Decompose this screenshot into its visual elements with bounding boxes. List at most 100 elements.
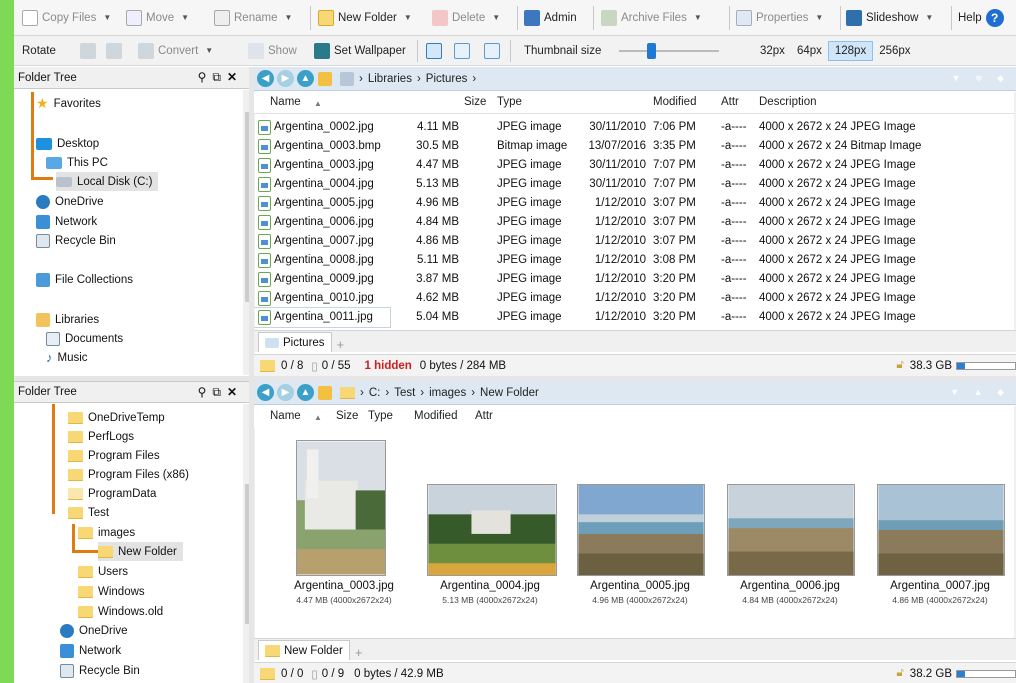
- tab-new-folder[interactable]: New Folder: [258, 640, 350, 660]
- pane-splitter-horizontal[interactable]: [14, 376, 1016, 381]
- archive-files-button[interactable]: Archive Files ▼: [601, 0, 702, 35]
- col-attr[interactable]: Attr: [721, 96, 739, 108]
- back-icon[interactable]: ◀: [257, 384, 274, 401]
- table-row[interactable]: Argentina_0009.jpg 3.87 MB JPEG image 1/12/…: [254, 270, 1014, 289]
- crumb-images[interactable]: images: [429, 387, 466, 399]
- col-modified[interactable]: Modified: [653, 96, 696, 108]
- tree-item-images[interactable]: images: [78, 523, 135, 542]
- tree-item-onedrive-bottom[interactable]: OneDrive: [60, 621, 128, 640]
- slider-thumb[interactable]: [647, 43, 656, 59]
- favorites-folder-icon[interactable]: [318, 385, 332, 400]
- move-button[interactable]: Move ▼: [126, 0, 189, 35]
- rotate-left-button[interactable]: [80, 36, 96, 65]
- crumb-new-folder[interactable]: New Folder: [480, 387, 539, 399]
- tree-item-program-files-x86[interactable]: Program Files (x86): [68, 465, 189, 484]
- tree-item-local-disk[interactable]: Local Disk (C:): [56, 172, 159, 191]
- tree-item-perflogs[interactable]: PerfLogs: [68, 427, 134, 446]
- tree-item-windows-old[interactable]: Windows.old: [78, 602, 163, 621]
- tree-item-desktop[interactable]: Desktop: [36, 134, 99, 153]
- tree-item-recycle-bin[interactable]: Recycle Bin: [36, 231, 116, 250]
- crumb-pictures[interactable]: Pictures: [426, 73, 468, 85]
- table-row[interactable]: Argentina_0005.jpg 4.96 MB JPEG image 1/12/…: [254, 194, 1014, 213]
- add-tab-icon[interactable]: +: [355, 645, 363, 660]
- admin-button[interactable]: Admin: [524, 0, 577, 35]
- crumb-test[interactable]: Test: [394, 387, 415, 399]
- tree-item-network-bottom[interactable]: Network: [60, 641, 121, 660]
- thumbnail-item[interactable]: Argentina_0005.jpg 4.96 MB (4000x2672x24…: [574, 440, 706, 608]
- properties-button[interactable]: Properties ▼: [736, 0, 823, 35]
- forward-icon[interactable]: ▶: [277, 384, 294, 401]
- col-type[interactable]: Type: [368, 410, 393, 422]
- tree-item-favorites[interactable]: ★ Favorites: [36, 94, 101, 113]
- tree-item-test[interactable]: Test: [68, 503, 109, 522]
- view-details-thumbs-button[interactable]: [426, 36, 442, 65]
- tree-item-onedrive[interactable]: OneDrive: [36, 192, 104, 211]
- copy-files-button[interactable]: Copy Files ▼: [22, 0, 111, 35]
- tree-item-documents[interactable]: Documents: [46, 329, 123, 348]
- tree-item-recycle-bin-bottom[interactable]: Recycle Bin: [60, 661, 140, 680]
- tree-item-file-collections[interactable]: File Collections: [36, 270, 133, 289]
- help-button[interactable]: Help?: [958, 0, 1004, 35]
- tree-item-windows[interactable]: Windows: [78, 582, 145, 601]
- pane-splitter-vertical[interactable]: [249, 67, 254, 683]
- table-row[interactable]: Argentina_0004.jpg 5.13 MB JPEG image 30/11…: [254, 175, 1014, 194]
- table-row[interactable]: Argentina_0003.bmp 30.5 MB Bitmap image 13/…: [254, 137, 1014, 156]
- crumb-libraries[interactable]: Libraries: [368, 73, 412, 85]
- pane-controls[interactable]: ▼ ▲ ◆: [950, 387, 1010, 398]
- delete-button[interactable]: Delete ▼: [432, 0, 500, 35]
- hidden-count[interactable]: 1 hidden: [365, 360, 412, 372]
- size-128-button[interactable]: 128px: [827, 40, 874, 61]
- add-tab-icon[interactable]: +: [337, 337, 345, 352]
- size-64-button[interactable]: 64px: [791, 42, 828, 60]
- tree-item-new-folder[interactable]: New Folder: [98, 542, 183, 561]
- up-icon[interactable]: ▲: [297, 384, 314, 401]
- tree-item-this-pc[interactable]: This PC: [46, 153, 108, 172]
- col-description[interactable]: Description: [759, 96, 817, 108]
- rename-button[interactable]: Rename ▼: [214, 0, 292, 35]
- table-row[interactable]: Argentina_0011.jpg 5.04 MB JPEG image 1/12/…: [254, 307, 916, 328]
- col-attr[interactable]: Attr: [475, 410, 493, 422]
- table-row[interactable]: Argentina_0008.jpg 5.11 MB JPEG image 1/12/…: [254, 251, 1014, 270]
- thumbnail-item[interactable]: Argentina_0004.jpg 5.13 MB (4000x2672x24…: [424, 440, 557, 608]
- favorites-folder-icon[interactable]: [318, 71, 332, 86]
- view-thumbs-button[interactable]: [454, 36, 470, 65]
- tree-item-onedrivetemp[interactable]: OneDriveTemp: [68, 408, 165, 427]
- close-icon[interactable]: ✕: [227, 70, 243, 84]
- set-wallpaper-button[interactable]: Set Wallpaper: [314, 36, 406, 65]
- thumbnail-item[interactable]: Argentina_0006.jpg 4.84 MB (4000x2672x24…: [724, 440, 856, 608]
- up-icon[interactable]: ▲: [297, 70, 314, 87]
- tree-item-libraries[interactable]: Libraries: [36, 310, 99, 329]
- col-name[interactable]: Name: [270, 410, 301, 422]
- table-row[interactable]: Argentina_0006.jpg 4.84 MB JPEG image 1/12/…: [254, 213, 1014, 232]
- tab-pictures[interactable]: Pictures: [258, 332, 332, 352]
- forward-icon[interactable]: ▶: [277, 70, 294, 87]
- new-folder-button[interactable]: New Folder ▼: [318, 0, 412, 35]
- thumbnail-item[interactable]: Argentina_0003.jpg 4.47 MB (4000x2672x24…: [278, 440, 410, 608]
- tree-item-programdata[interactable]: ProgramData: [68, 484, 156, 503]
- col-size[interactable]: Size: [336, 410, 358, 422]
- tree-item-users[interactable]: Users: [78, 562, 128, 581]
- popout-icon[interactable]: ⧉: [212, 70, 227, 84]
- table-row[interactable]: Argentina_0010.jpg 4.62 MB JPEG image 1/12/…: [254, 289, 1014, 308]
- close-icon[interactable]: ✕: [227, 385, 243, 399]
- thumbnail-size-slider[interactable]: [619, 36, 719, 65]
- find-icon[interactable]: ⚲: [198, 70, 213, 84]
- col-modified[interactable]: Modified: [414, 410, 457, 422]
- table-row[interactable]: Argentina_0003.jpg 4.47 MB JPEG image 30/11…: [254, 156, 1014, 175]
- tree-item-program-files[interactable]: Program Files: [68, 446, 160, 465]
- col-name[interactable]: Name: [270, 96, 301, 108]
- slideshow-button[interactable]: Slideshow ▼: [846, 0, 933, 35]
- col-size[interactable]: Size: [464, 96, 486, 108]
- back-icon[interactable]: ◀: [257, 70, 274, 87]
- size-256-button[interactable]: 256px: [873, 42, 916, 60]
- find-icon[interactable]: ⚲: [198, 385, 213, 399]
- rotate-button[interactable]: Rotate: [22, 36, 56, 65]
- table-row[interactable]: Argentina_0002.jpg 4.11 MB JPEG image 30/11…: [254, 118, 1014, 137]
- popout-icon[interactable]: ⧉: [212, 385, 227, 399]
- pane-controls[interactable]: ▼ ≑ ◆: [952, 73, 1010, 84]
- convert-button[interactable]: Convert ▼: [138, 36, 213, 65]
- thumbnail-item[interactable]: Argentina_0007.jpg 4.86 MB (4000x2672x24…: [874, 440, 1006, 608]
- tree-item-network[interactable]: Network: [36, 212, 97, 231]
- size-32-button[interactable]: 32px: [754, 42, 791, 60]
- crumb-c-drive[interactable]: C:: [369, 387, 381, 399]
